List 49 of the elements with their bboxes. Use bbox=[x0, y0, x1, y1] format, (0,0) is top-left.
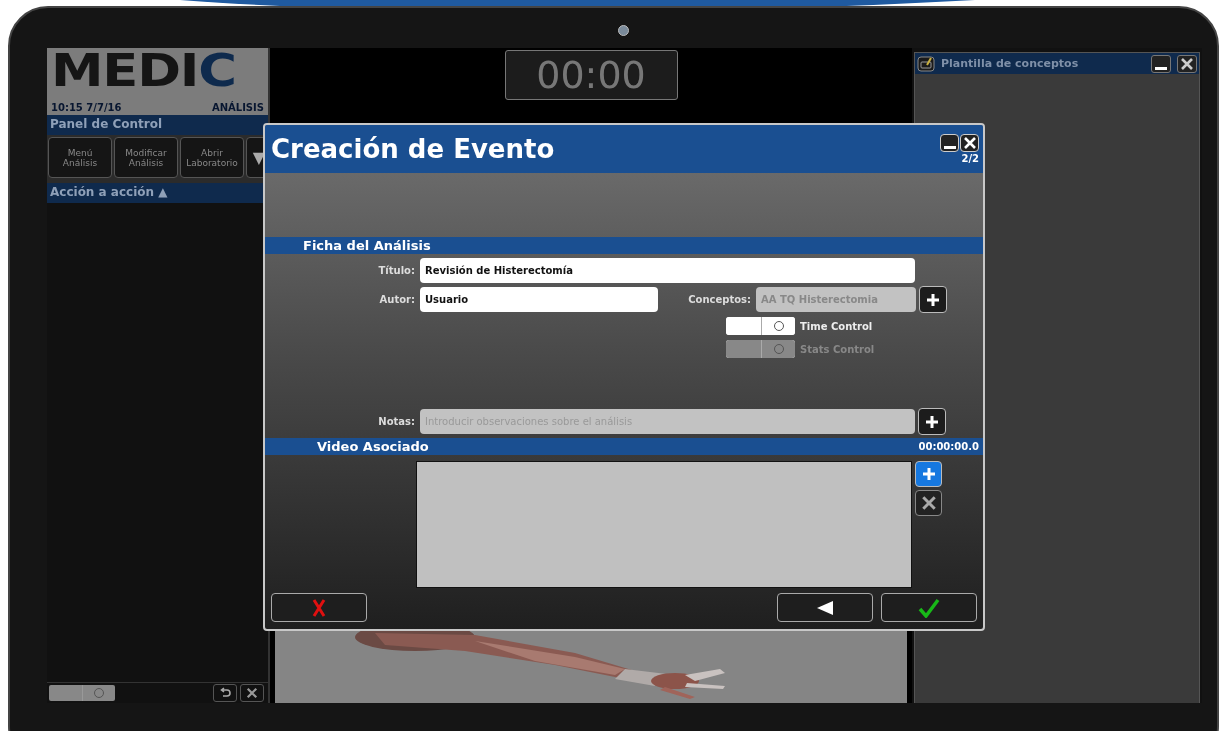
logo: MEDIC bbox=[51, 48, 236, 94]
add-button[interactable] bbox=[918, 408, 946, 435]
close-icon bbox=[962, 136, 977, 150]
minimize-icon bbox=[943, 146, 956, 149]
cancel-icon bbox=[312, 597, 326, 618]
page-indicator: 2/2 bbox=[961, 153, 979, 164]
field-label: Conceptos: bbox=[687, 294, 751, 305]
section-header: Video Asociado bbox=[317, 439, 429, 454]
dialog-title: Creación de Evento bbox=[271, 134, 555, 164]
plus-icon bbox=[924, 413, 940, 430]
video-time: 00:00:00.0 bbox=[918, 441, 979, 452]
camera-dot bbox=[618, 25, 629, 36]
template-icon bbox=[917, 55, 935, 72]
title-field[interactable]: Revisión de Histerectomía bbox=[420, 258, 915, 283]
back-button[interactable] bbox=[777, 593, 873, 622]
section-header: Ficha del Análisis bbox=[265, 237, 983, 254]
mode-label: ANÁLISIS bbox=[211, 102, 264, 113]
undo-icon[interactable] bbox=[213, 684, 237, 702]
confirm-button[interactable] bbox=[881, 593, 977, 622]
check-icon bbox=[918, 597, 940, 618]
toggle-label: Stats Control bbox=[800, 343, 875, 355]
add-button[interactable] bbox=[919, 286, 947, 313]
minimize-icon bbox=[1155, 66, 1167, 70]
close-icon bbox=[1180, 56, 1194, 71]
close-icon bbox=[920, 495, 937, 511]
plus-icon bbox=[925, 291, 941, 308]
field-label: Título: bbox=[377, 265, 415, 276]
author-field[interactable]: Usuario bbox=[420, 287, 658, 312]
panel-button[interactable]: Modificar Análisis bbox=[114, 137, 178, 178]
timer: 00:00 bbox=[504, 50, 678, 100]
panel-title: Panel de Control bbox=[47, 115, 268, 135]
panel-button[interactable]: Abrir Laboratorio bbox=[180, 137, 244, 178]
back-icon bbox=[817, 600, 833, 615]
plus-icon bbox=[920, 466, 937, 482]
field-label: Autor: bbox=[378, 294, 415, 305]
toggle-switch[interactable] bbox=[49, 685, 115, 701]
window-title: Plantilla de conceptos bbox=[941, 57, 1080, 70]
field-label: Notas: bbox=[377, 416, 415, 427]
close-button[interactable] bbox=[240, 684, 264, 702]
close-icon bbox=[246, 687, 258, 699]
minimize-button[interactable] bbox=[1151, 54, 1171, 73]
panel-button[interactable]: Menú Análisis bbox=[48, 137, 112, 178]
remove-button[interactable] bbox=[915, 490, 942, 516]
close-button[interactable] bbox=[1177, 54, 1197, 73]
toggle-label: Time Control bbox=[800, 320, 873, 332]
minimize-button[interactable] bbox=[940, 134, 959, 152]
date-time: 10:15 7/7/16 bbox=[51, 102, 122, 113]
cancel-button[interactable] bbox=[271, 593, 367, 622]
toggle-switch[interactable] bbox=[726, 317, 795, 335]
